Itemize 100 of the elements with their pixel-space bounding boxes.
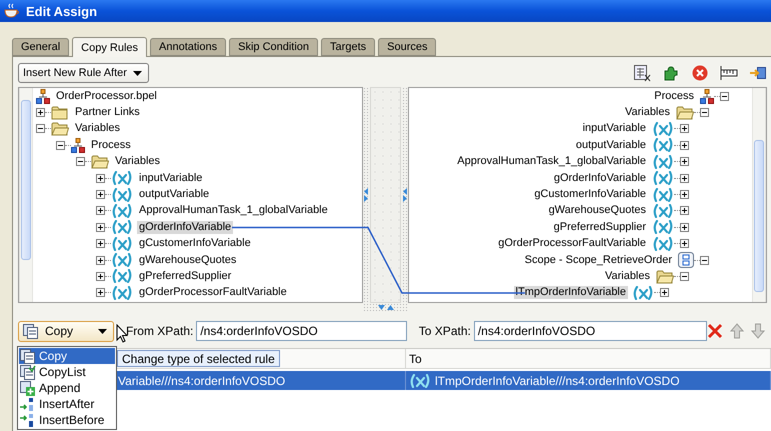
- collapse-toggle[interactable]: [700, 256, 709, 265]
- tree-item[interactable]: gCustomerInfoVariable: [532, 188, 648, 202]
- expand-toggle[interactable]: [680, 222, 689, 232]
- expand-toggle[interactable]: [96, 256, 105, 265]
- tree-item[interactable]: gWarehouseQuotes: [546, 204, 648, 218]
- scrollbar[interactable]: [19, 88, 33, 302]
- rule-type-dropdown[interactable]: Copy: [18, 320, 114, 342]
- from-xpath-label: From XPath:: [126, 324, 194, 338]
- tree-item[interactable]: gOrderProcessorFaultVariable: [137, 286, 289, 300]
- hierarchy-icon: [71, 138, 85, 153]
- append-icon: [20, 380, 36, 396]
- collapse-toggle[interactable]: [680, 272, 689, 281]
- variable-icon: [111, 220, 133, 234]
- tree-item[interactable]: lTmpOrderInfoVariable: [514, 286, 628, 300]
- expand-toggle[interactable]: [96, 206, 105, 216]
- tree-item[interactable]: Process: [652, 90, 696, 103]
- tree-item[interactable]: Partner Links: [73, 106, 142, 120]
- splitter-arrows-icon[interactable]: [378, 304, 394, 310]
- insert-icon: [20, 396, 36, 412]
- expand-toggle[interactable]: [680, 239, 689, 248]
- tab[interactable]: General: [12, 38, 70, 56]
- expand-toggle[interactable]: [96, 174, 105, 183]
- import-icon[interactable]: [749, 64, 767, 82]
- scrollbar[interactable]: [752, 88, 766, 302]
- expand-toggle[interactable]: [680, 190, 689, 200]
- tree-item[interactable]: Variables: [622, 106, 672, 120]
- collapse-toggle[interactable]: [700, 108, 709, 118]
- expand-toggle[interactable]: [680, 157, 689, 166]
- tree-item[interactable]: Variables: [73, 122, 122, 136]
- collapse-arrow-icon[interactable]: [403, 188, 407, 202]
- tree-item[interactable]: outputVariable: [137, 188, 212, 202]
- menu-item[interactable]: Copy: [19, 348, 115, 364]
- collapse-toggle[interactable]: [36, 124, 45, 134]
- tree-item[interactable]: ApprovalHumanTask_1_globalVariable: [137, 204, 330, 218]
- variable-icon: [632, 286, 654, 300]
- variable-icon: [111, 188, 133, 202]
- expand-toggle[interactable]: [680, 174, 689, 183]
- collapse-toggle[interactable]: [56, 140, 65, 150]
- tab[interactable]: Targets: [321, 38, 376, 56]
- tree-item[interactable]: gPreferredSupplier: [137, 270, 234, 283]
- tree-item[interactable]: Process: [89, 138, 133, 152]
- tree-item[interactable]: Scope - Scope_RetrieveOrder: [522, 254, 674, 267]
- scope-icon: [678, 252, 694, 268]
- tab[interactable]: Copy Rules: [72, 37, 147, 57]
- variable-icon: [111, 286, 133, 300]
- hierarchy-icon: [36, 88, 50, 104]
- variable-icon: [652, 138, 674, 152]
- column-header[interactable]: To: [406, 349, 771, 368]
- window-title: Edit Assign: [26, 4, 98, 18]
- hierarchy-icon: [700, 88, 714, 104]
- tree-item[interactable]: inputVariable: [580, 122, 648, 136]
- expand-toggle[interactable]: [660, 288, 669, 298]
- expand-toggle[interactable]: [96, 190, 105, 200]
- variable-icon: [652, 188, 674, 202]
- cup-icon: [4, 3, 21, 19]
- open-folder-icon: [51, 121, 69, 136]
- from-xpath-field[interactable]: /ns4:orderInfoVOSDO: [196, 321, 407, 341]
- cursor-icon: [116, 324, 128, 343]
- collapse-arrow-icon[interactable]: [364, 188, 368, 202]
- delete-icon[interactable]: [707, 323, 724, 339]
- collapse-toggle[interactable]: [76, 157, 85, 166]
- tab[interactable]: Sources: [378, 38, 436, 56]
- expand-toggle[interactable]: [96, 239, 105, 248]
- table-cell: lTmpOrderInfoVariable///ns4:orderInfoVOSDO: [435, 374, 680, 388]
- tree-item[interactable]: gCustomerInfoVariable: [137, 237, 253, 250]
- variable-icon: [652, 122, 674, 136]
- ruler-icon[interactable]: [720, 64, 738, 82]
- tree-item[interactable]: inputVariable: [137, 172, 204, 185]
- open-folder-icon: [91, 154, 109, 170]
- tree-item[interactable]: Variables: [602, 270, 652, 283]
- tab[interactable]: Skip Condition: [229, 38, 318, 56]
- tab[interactable]: Annotations: [150, 38, 226, 56]
- expand-toggle[interactable]: [96, 222, 105, 232]
- variable-icon: [652, 236, 674, 251]
- expand-toggle[interactable]: [680, 124, 689, 134]
- tree-item[interactable]: ApprovalHumanTask_1_globalVariable: [455, 155, 648, 168]
- expand-toggle[interactable]: [680, 206, 689, 216]
- insert-mode-dropdown[interactable]: Insert New Rule After: [18, 63, 149, 83]
- expand-toggle[interactable]: [96, 288, 105, 298]
- table-cell: Variable///ns4:orderInfoVOSDO: [118, 374, 286, 388]
- insert-icon: [20, 412, 36, 428]
- tree-item[interactable]: gWarehouseQuotes: [137, 254, 238, 267]
- expand-toggle[interactable]: [680, 140, 689, 150]
- tree-item[interactable]: gOrderInfoVariable: [552, 172, 648, 185]
- tree-item[interactable]: OrderProcessor.bpel: [54, 90, 159, 103]
- puzzle-icon[interactable]: [662, 64, 680, 82]
- expand-toggle[interactable]: [36, 108, 45, 118]
- collapse-toggle[interactable]: [720, 92, 729, 101]
- tree-item[interactable]: Variables: [113, 155, 162, 168]
- tree-item[interactable]: gOrderInfoVariable: [137, 220, 234, 234]
- tooltip: Change type of selected rule: [117, 350, 280, 367]
- tree-item[interactable]: gPreferredSupplier: [552, 220, 648, 234]
- caret-icon: [98, 328, 107, 334]
- tree-item[interactable]: gOrderProcessorFaultVariable: [496, 237, 648, 250]
- to-xpath-field[interactable]: /ns4:orderInfoVOSDO: [474, 321, 708, 341]
- tree-item[interactable]: outputVariable: [574, 138, 648, 152]
- variable-icon: [111, 236, 133, 251]
- expand-toggle[interactable]: [96, 272, 105, 281]
- delete-icon[interactable]: [691, 64, 709, 82]
- calculator-icon[interactable]: [633, 64, 651, 82]
